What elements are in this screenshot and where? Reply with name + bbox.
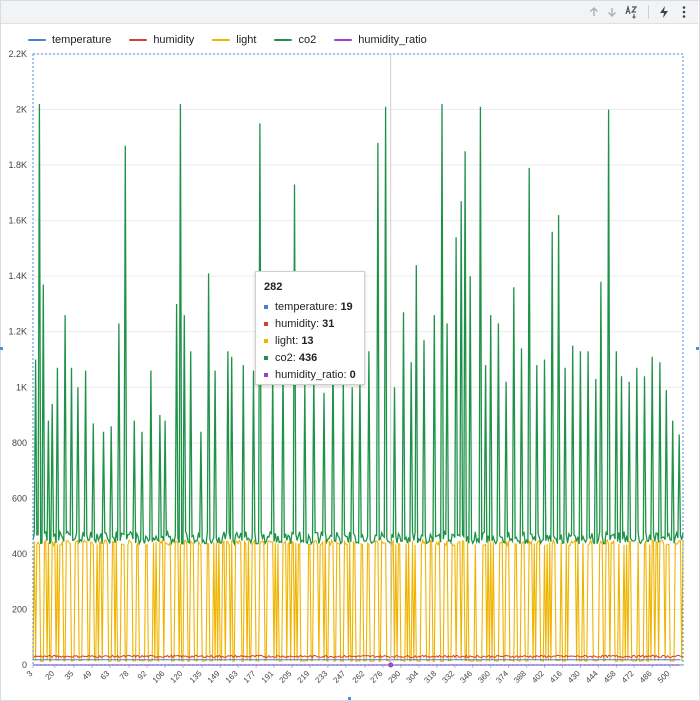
x-tick-label: 290: [387, 669, 403, 685]
hover-tooltip: 282 temperature: 19 humidity: 31 light: …: [255, 271, 365, 385]
y-tick-label: 1.8K: [8, 160, 27, 170]
x-tick-label: 486: [638, 669, 654, 685]
tooltip-value: 31: [322, 318, 335, 330]
tooltip-title: 282: [264, 281, 283, 293]
x-tick-label: 388: [512, 669, 528, 685]
y-tick-label: 800: [12, 438, 27, 448]
x-tick-label: 346: [458, 669, 474, 685]
x-tick-label: 106: [151, 669, 167, 685]
tooltip-swatch: [264, 322, 268, 326]
x-tick-label: 205: [278, 669, 294, 685]
y-tick-label: 1.6K: [8, 216, 27, 226]
x-tick-label: 374: [494, 669, 510, 685]
y-tick-label: 600: [12, 493, 27, 503]
tooltip-swatch: [264, 339, 268, 343]
x-tick-label: 35: [63, 669, 76, 682]
series-line-humidity: [32, 654, 684, 659]
x-tick-label: 360: [476, 669, 492, 685]
x-tick-label: 430: [566, 669, 582, 685]
y-tick-label: 1.2K: [8, 327, 27, 337]
x-tick-label: 402: [530, 669, 546, 685]
tooltip-row-humidity-ratio: humidity_ratio: 0: [264, 369, 356, 381]
tooltip-swatch: [264, 373, 268, 377]
tooltip-swatch: [264, 356, 268, 360]
x-tick-label: 63: [99, 669, 112, 682]
tooltip-label: co2: [275, 352, 293, 364]
y-tick-label: 1K: [16, 382, 27, 392]
x-tick-label: 219: [296, 669, 312, 685]
y-tick-label: 1.4K: [8, 271, 27, 281]
x-tick-label: 233: [313, 669, 329, 685]
series-line-light: [32, 538, 684, 663]
x-tick-label: 149: [206, 669, 222, 685]
x-tick-label: 500: [656, 669, 672, 685]
tooltip-value: 13: [301, 335, 314, 347]
tooltip-value: 436: [298, 352, 318, 364]
y-tick-label: 2.2K: [8, 49, 27, 59]
x-tick-label: 191: [260, 669, 276, 685]
x-tick-label: 276: [369, 669, 385, 685]
x-tick-label: 135: [188, 669, 204, 685]
tooltip-row-light: light: 13: [264, 335, 314, 347]
resize-handle-bottom[interactable]: [348, 697, 351, 700]
x-tick-label: 332: [440, 669, 456, 685]
x-tick-label: 49: [81, 669, 94, 682]
x-tick-label: 120: [169, 669, 185, 685]
y-tick-label: 200: [12, 604, 27, 614]
y-tick-label: 2K: [16, 105, 27, 115]
x-tick-label: 318: [422, 669, 438, 685]
x-tick-label: 177: [242, 669, 258, 685]
tooltip-value: 0: [349, 369, 356, 381]
tooltip-label: light: [275, 335, 296, 347]
tooltip-swatch: [264, 305, 268, 309]
x-tick-label: 78: [118, 669, 131, 682]
x-tick-label: 304: [405, 669, 421, 685]
x-tick-label: 163: [224, 669, 240, 685]
tooltip-label: humidity: [275, 318, 316, 330]
x-tick-label: 262: [351, 669, 367, 685]
tooltip-row-co2: co2: 436: [264, 352, 317, 364]
y-tick-label: 400: [12, 549, 27, 559]
x-tick-label: 444: [584, 669, 600, 685]
y-tick-label: 0: [22, 660, 27, 670]
x-tick-label: 416: [548, 669, 564, 685]
tooltip-row-humidity: humidity: 31: [264, 318, 334, 330]
x-tick-label: 247: [331, 669, 347, 685]
x-tick-label: 458: [602, 669, 618, 685]
tooltip-value: 19: [340, 301, 353, 313]
x-tick-label: 92: [136, 669, 149, 682]
resize-handle-right[interactable]: [696, 347, 699, 350]
x-tick-label: 3: [25, 669, 35, 679]
resize-handle-left[interactable]: [0, 347, 3, 350]
tooltip-label: temperature: [275, 301, 335, 313]
tooltip-row-temperature: temperature: 19: [264, 301, 353, 313]
x-tick-label: 472: [620, 669, 636, 685]
x-tick-label: 20: [44, 669, 57, 682]
tooltip-label: humidity_ratio: [275, 369, 344, 381]
